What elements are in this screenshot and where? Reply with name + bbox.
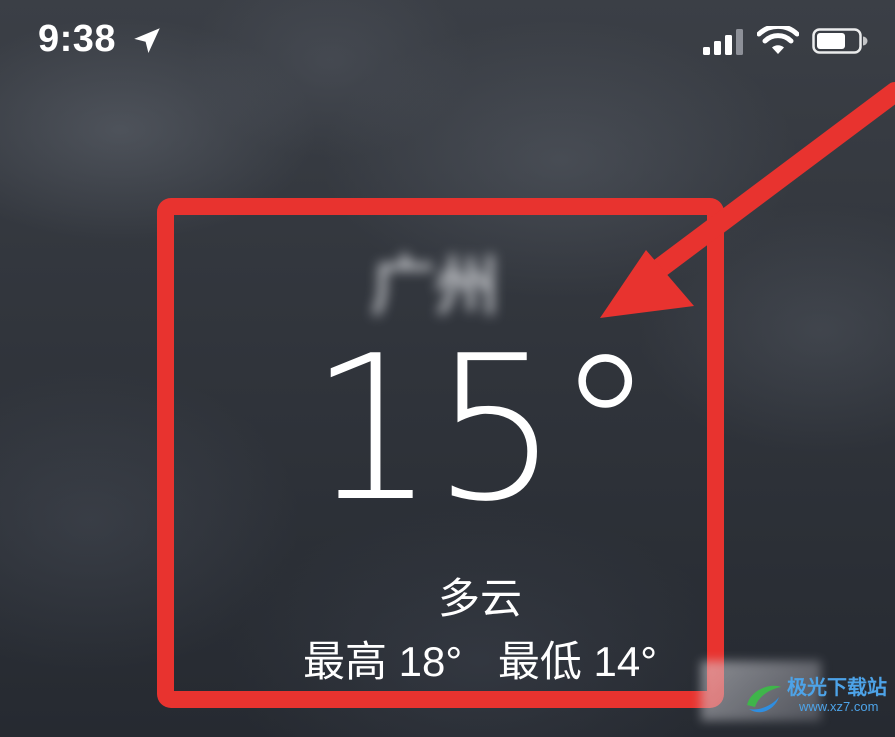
status-bar: 9:38 — [0, 0, 895, 80]
watermark-logo-icon — [747, 685, 781, 713]
watermark: 极光下载站 www.xz7.com — [701, 661, 891, 731]
watermark-url: www.xz7.com — [799, 699, 879, 714]
annotation-highlight-box — [157, 198, 724, 708]
battery-icon — [812, 28, 868, 54]
watermark-text: 极光下载站 — [787, 677, 887, 699]
cellular-signal-icon — [703, 29, 743, 55]
status-time: 9:38 — [38, 18, 117, 60]
location-arrow-icon — [134, 28, 160, 54]
wifi-icon — [757, 26, 799, 54]
